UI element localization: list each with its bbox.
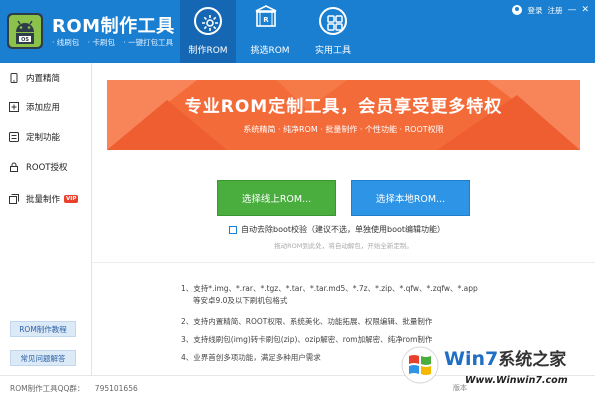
drag-drop-hint: 拖动ROM到此处，将自动解包，开始全新定制。 bbox=[274, 242, 413, 250]
login-link[interactable]: 登录 bbox=[527, 5, 542, 16]
rom-tutorial-button[interactable]: ROM制作教程 bbox=[10, 321, 76, 337]
select-online-rom-button[interactable]: 选择线上ROM... bbox=[217, 180, 336, 216]
banner-title: 专业ROM定制工具，会员享受更多特权 bbox=[184, 97, 503, 117]
sidebar-item-label: ROOT授权 bbox=[26, 163, 68, 173]
subtitle-item: · 一键打包工具 bbox=[123, 38, 174, 47]
app-subtitle: · 线刷包 · 卡刷包 · 一键打包工具 bbox=[52, 37, 179, 48]
tab-make-rom[interactable]: 制作ROM bbox=[180, 0, 236, 63]
sidebar-item-label: 添加应用 bbox=[26, 103, 61, 113]
divider bbox=[92, 262, 595, 263]
qq-group-number: 795101656 bbox=[94, 384, 138, 393]
sidebar-item-add-app[interactable]: 添加应用 bbox=[0, 97, 92, 117]
register-link[interactable]: 注册 bbox=[547, 5, 562, 16]
plus-square-icon bbox=[9, 102, 19, 112]
tab-pick-rom[interactable]: R 挑选ROM bbox=[242, 0, 298, 63]
boot-check-option[interactable]: 自动去除boot校验（建议不选，单独使用boot编辑功能） bbox=[229, 224, 445, 235]
close-button[interactable]: ✕ bbox=[581, 5, 589, 15]
qq-group-info: ROM制作工具QQ群： 795101656 bbox=[10, 383, 146, 394]
phone-icon bbox=[9, 73, 19, 83]
tab-label: 挑选ROM bbox=[250, 46, 290, 56]
subtitle-item: · 卡刷包 bbox=[87, 38, 115, 47]
promo-banner[interactable]: 专业ROM定制工具，会员享受更多特权 系统精简 · 纯净ROM · 批量制作 ·… bbox=[107, 80, 580, 150]
header-user-area: 登录 注册 — ✕ bbox=[512, 4, 589, 16]
minimize-button[interactable]: — bbox=[567, 5, 576, 15]
boot-check-checkbox[interactable] bbox=[229, 225, 237, 234]
grid-icon bbox=[319, 7, 347, 35]
feature-line: 1、支持*.img、*.rar、*.tgz、*.tar、*.tar.md5、*.… bbox=[181, 284, 478, 293]
sidebar-item-label: 批量制作 bbox=[26, 195, 61, 205]
watermark-url: Www.Winwin7.com bbox=[465, 375, 568, 386]
sidebar-item-root[interactable]: ROOT授权 bbox=[0, 157, 92, 177]
rom-chip-icon: R bbox=[255, 5, 284, 35]
layers-icon bbox=[9, 194, 19, 204]
select-local-rom-button[interactable]: 选择本地ROM... bbox=[351, 180, 470, 216]
app-title: ROM制作工具 bbox=[52, 16, 175, 37]
tab-utilities[interactable]: 实用工具 bbox=[305, 0, 361, 63]
sidebar-item-custom-func[interactable]: 定制功能 bbox=[0, 127, 92, 147]
tab-label: 实用工具 bbox=[314, 46, 351, 56]
vip-badge: VIP bbox=[64, 195, 79, 203]
feature-line: 等安卓9.0及以下刷机包格式 bbox=[193, 296, 288, 305]
svg-text:OS: OS bbox=[21, 37, 29, 43]
sidebar-item-label: 内置精简 bbox=[26, 74, 61, 84]
watermark-brand-name: Win7 bbox=[444, 348, 499, 370]
sidebar-item-batch[interactable]: 批量制作 VIP bbox=[0, 189, 92, 209]
title-bar: OS ROM制作工具 · 线刷包 · 卡刷包 · 一键打包工具 制作ROM R … bbox=[0, 0, 595, 63]
boot-check-label: 自动去除boot校验（建议不选，单独使用boot编辑功能） bbox=[241, 225, 446, 234]
subtitle-item: · 线刷包 bbox=[52, 38, 80, 47]
site-watermark: Win7系统之家 Www.Winwin7.com bbox=[400, 341, 595, 399]
settings-icon bbox=[9, 132, 19, 142]
watermark-brand: Win7系统之家 bbox=[444, 345, 566, 370]
tab-label: 制作ROM bbox=[188, 46, 228, 56]
faq-button[interactable]: 常见问题解答 bbox=[10, 350, 76, 366]
watermark-brand-suffix: 系统之家 bbox=[498, 350, 567, 370]
svg-text:R: R bbox=[263, 16, 269, 24]
feature-line: 2、支持内置精简、ROOT权限、系统美化、功能拓展、权限编辑、批量制作 bbox=[181, 317, 433, 326]
lock-icon bbox=[9, 162, 19, 172]
banner-subtitle: 系统精简 · 纯净ROM · 批量制作 · 个性功能 · ROOT权限 bbox=[243, 125, 444, 134]
gear-icon bbox=[194, 7, 222, 35]
sidebar-item-builtin-slim[interactable]: 内置精简 bbox=[0, 68, 92, 88]
sidebar: 内置精简 添加应用 定制功能 ROOT授权 批量制作 VIP ROM制作教程 常… bbox=[0, 63, 92, 375]
app-logo-icon: OS bbox=[6, 12, 44, 50]
sidebar-item-label: 定制功能 bbox=[26, 133, 61, 143]
user-avatar-icon bbox=[512, 5, 523, 15]
qq-group-label: ROM制作工具QQ群： bbox=[10, 384, 85, 393]
windows-logo-icon bbox=[401, 346, 439, 384]
